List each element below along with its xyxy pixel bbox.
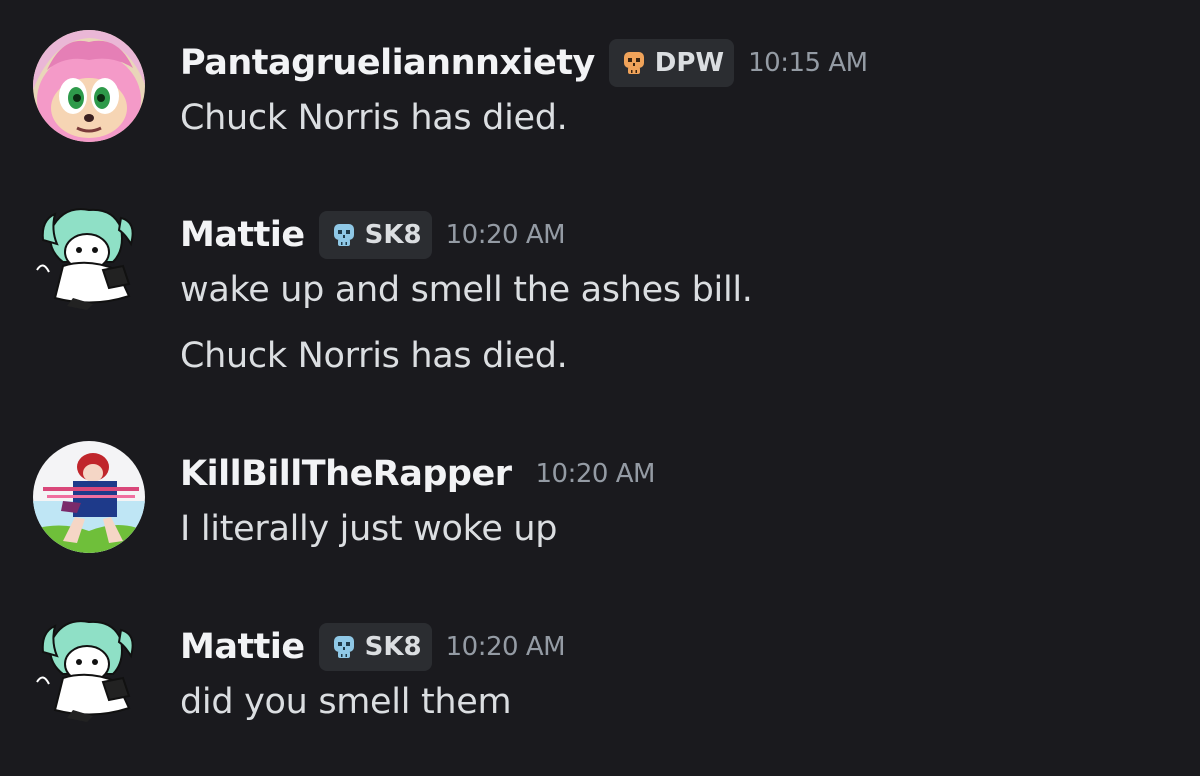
username[interactable]: KillBillTheRapper bbox=[180, 454, 512, 494]
chat-message-list: Pantagrueliannnxiety DPW 10:15 AM Chuck … bbox=[0, 0, 1200, 776]
user-avatar[interactable] bbox=[33, 200, 145, 312]
user-avatar[interactable] bbox=[33, 441, 145, 553]
timestamp: 10:15 AM bbox=[748, 48, 868, 78]
username[interactable]: Mattie bbox=[180, 215, 305, 255]
pink-hedgehog-avatar-icon bbox=[33, 30, 145, 142]
blue-skull-icon bbox=[333, 224, 354, 246]
orange-skull-icon bbox=[623, 52, 644, 74]
timestamp: 10:20 AM bbox=[445, 632, 566, 662]
timestamp: 10:20 AM bbox=[445, 220, 566, 250]
mint-hair-sketch-avatar-icon bbox=[33, 612, 145, 724]
server-tag-label: SK8 bbox=[364, 632, 422, 662]
user-avatar[interactable] bbox=[33, 612, 145, 724]
blue-skull-icon bbox=[333, 636, 354, 658]
message-header: Pantagrueliannnxiety DPW 10:15 AM bbox=[180, 36, 868, 90]
server-tag[interactable]: SK8 bbox=[318, 623, 432, 671]
message-text: Chuck Norris has died. bbox=[180, 336, 568, 376]
message-text: I literally just woke up bbox=[180, 509, 558, 549]
username[interactable]: Mattie bbox=[180, 627, 305, 667]
message-text: did you smell them bbox=[180, 682, 512, 722]
server-tag[interactable]: SK8 bbox=[318, 211, 432, 259]
timestamp: 10:20 AM bbox=[535, 459, 656, 489]
message-header: Mattie SK8 10:20 AM bbox=[180, 620, 566, 674]
server-tag-label: DPW bbox=[654, 48, 725, 78]
user-avatar[interactable] bbox=[33, 30, 145, 142]
mint-hair-sketch-avatar-icon bbox=[33, 200, 145, 312]
server-tag[interactable]: DPW bbox=[608, 39, 735, 87]
message-header: KillBillTheRapper 10:20 AM bbox=[180, 447, 655, 501]
red-hair-girl-avatar-icon bbox=[33, 441, 145, 553]
message-text: Chuck Norris has died. bbox=[180, 98, 568, 138]
message-text: wake up and smell the ashes bill. bbox=[180, 270, 753, 310]
username[interactable]: Pantagrueliannnxiety bbox=[180, 43, 595, 83]
server-tag-label: SK8 bbox=[364, 220, 422, 250]
message-header: Mattie SK8 10:20 AM bbox=[180, 208, 566, 262]
